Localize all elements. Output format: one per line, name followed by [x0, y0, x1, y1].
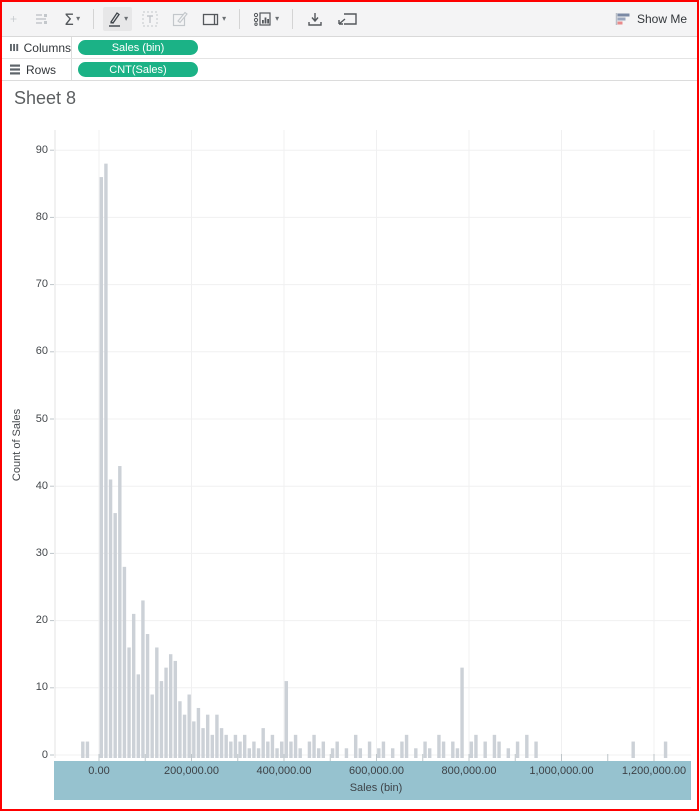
histogram-bar[interactable] — [497, 742, 500, 758]
histogram-bar[interactable] — [345, 748, 348, 758]
y-tick-label: 70 — [16, 278, 48, 290]
histogram-bar[interactable] — [238, 742, 241, 758]
y-tick-label: 60 — [16, 345, 48, 357]
histogram-bar[interactable] — [289, 742, 292, 758]
x-axis-title: Sales (bin) — [311, 782, 441, 794]
histogram-bar[interactable] — [405, 735, 408, 758]
histogram-bar[interactable] — [382, 742, 385, 758]
histogram-bar[interactable] — [460, 668, 463, 758]
histogram-bar[interactable] — [164, 668, 167, 758]
histogram-bar[interactable] — [474, 735, 477, 758]
histogram-bar[interactable] — [81, 742, 84, 758]
histogram-bar[interactable] — [243, 735, 246, 758]
y-tick-label: 80 — [16, 211, 48, 223]
histogram-bar[interactable] — [493, 735, 496, 758]
histogram-bar[interactable] — [312, 735, 315, 758]
histogram-bar[interactable] — [150, 695, 153, 758]
histogram-bar[interactable] — [160, 681, 163, 758]
y-axis-title: Count of Sales — [11, 400, 23, 490]
histogram-bar[interactable] — [298, 748, 301, 758]
histogram-bar[interactable] — [368, 742, 371, 758]
histogram-bar[interactable] — [359, 748, 362, 758]
histogram-bar[interactable] — [132, 614, 135, 758]
histogram-bar[interactable] — [534, 742, 537, 758]
histogram-bar[interactable] — [252, 742, 255, 758]
histogram-bar[interactable] — [391, 748, 394, 758]
histogram-bar[interactable] — [280, 742, 283, 758]
histogram-bar[interactable] — [400, 742, 403, 758]
histogram-bar[interactable] — [331, 748, 334, 758]
histogram-bar[interactable] — [104, 164, 107, 758]
histogram-bar[interactable] — [335, 742, 338, 758]
histogram-bar[interactable] — [118, 466, 121, 758]
histogram-bar[interactable] — [192, 721, 195, 758]
histogram-bar[interactable] — [113, 513, 116, 758]
histogram-bar[interactable] — [271, 735, 274, 758]
histogram-bar[interactable] — [248, 748, 251, 758]
y-tick-label: 0 — [16, 749, 48, 761]
histogram-bar[interactable] — [127, 647, 130, 758]
histogram-bar[interactable] — [294, 735, 297, 758]
histogram-bar[interactable] — [100, 177, 103, 758]
histogram-bar[interactable] — [206, 715, 209, 758]
histogram-bar[interactable] — [516, 742, 519, 758]
histogram-bar[interactable] — [266, 742, 269, 758]
histogram-bar[interactable] — [456, 748, 459, 758]
histogram-bar[interactable] — [109, 479, 112, 758]
tableau-window: Σ ▾ ▾ ▾ ▾ Show — [2, 2, 697, 809]
y-tick-label: 90 — [16, 144, 48, 156]
histogram-bar[interactable] — [257, 748, 260, 758]
histogram-bar[interactable] — [437, 735, 440, 758]
histogram-bar[interactable] — [414, 748, 417, 758]
x-tick-label: 1,200,000.00 — [599, 765, 699, 777]
histogram-bar[interactable] — [317, 748, 320, 758]
histogram-bar[interactable] — [664, 742, 667, 758]
histogram-bar[interactable] — [183, 715, 186, 758]
histogram-bar[interactable] — [169, 654, 172, 758]
histogram-bar[interactable] — [187, 695, 190, 758]
histogram-bar[interactable] — [308, 742, 311, 758]
histogram-bar[interactable] — [451, 742, 454, 758]
histogram-bar[interactable] — [234, 735, 237, 758]
histogram-bar[interactable] — [354, 735, 357, 758]
y-tick-label: 10 — [16, 681, 48, 693]
histogram-bar[interactable] — [178, 701, 181, 758]
histogram-bar[interactable] — [442, 742, 445, 758]
histogram-bar[interactable] — [155, 647, 158, 758]
histogram-bar[interactable] — [86, 742, 89, 758]
histogram-bar[interactable] — [146, 634, 149, 758]
histogram-bar[interactable] — [174, 661, 177, 758]
histogram-bar[interactable] — [197, 708, 200, 758]
histogram-bar[interactable] — [141, 600, 144, 758]
histogram-bar[interactable] — [229, 742, 232, 758]
histogram-bar[interactable] — [211, 735, 214, 758]
histogram-bar[interactable] — [483, 742, 486, 758]
histogram-bar[interactable] — [470, 742, 473, 758]
histogram-bar[interactable] — [123, 567, 126, 758]
histogram-bar[interactable] — [215, 715, 218, 758]
histogram-bar[interactable] — [137, 674, 140, 758]
y-tick-label: 30 — [16, 547, 48, 559]
histogram-bar[interactable] — [285, 681, 288, 758]
histogram-bar[interactable] — [322, 742, 325, 758]
histogram-bar[interactable] — [275, 748, 278, 758]
sheet-canvas: Sheet 8 0102030405060708090 0.00200,000.… — [2, 2, 697, 809]
histogram-bar[interactable] — [377, 748, 380, 758]
histogram-bar[interactable] — [507, 748, 510, 758]
histogram-plot — [2, 2, 697, 809]
histogram-bar[interactable] — [201, 728, 204, 758]
histogram-bar[interactable] — [423, 742, 426, 758]
histogram-bar[interactable] — [631, 742, 634, 758]
histogram-bar[interactable] — [224, 735, 227, 758]
y-tick-label: 20 — [16, 614, 48, 626]
histogram-bar[interactable] — [428, 748, 431, 758]
histogram-bar[interactable] — [261, 728, 264, 758]
histogram-bar[interactable] — [220, 728, 223, 758]
histogram-bar[interactable] — [525, 735, 528, 758]
